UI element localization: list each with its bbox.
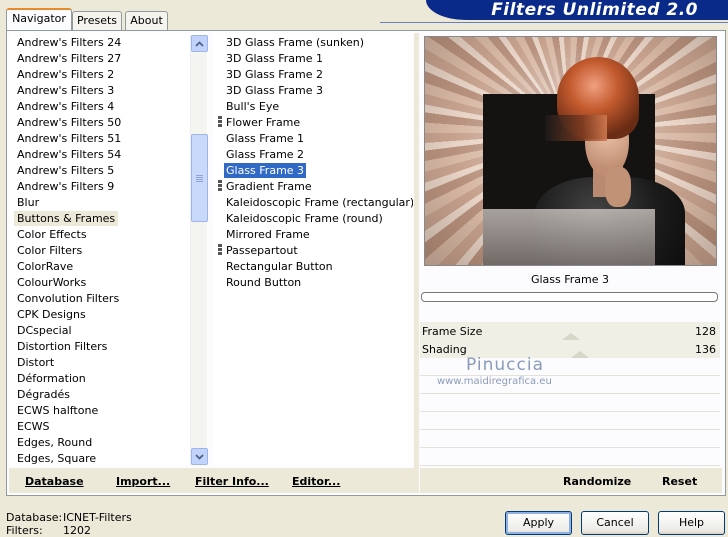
category-item[interactable]: Color Filters <box>17 243 82 258</box>
filter-item[interactable]: 3D Glass Frame (sunken) <box>226 35 364 50</box>
right-toolbar: Randomize Reset <box>420 468 722 493</box>
database-button[interactable]: Database <box>25 475 84 488</box>
preview-filter-name: Glass Frame 3 <box>530 273 610 286</box>
category-item[interactable]: ECWS <box>17 419 50 434</box>
category-item[interactable]: Convolution Filters <box>17 291 119 306</box>
preview-image <box>424 36 717 266</box>
category-item[interactable]: Andrew's Filters 5 <box>17 163 114 178</box>
category-item[interactable]: Déformation <box>17 371 86 386</box>
param-label: Shading <box>422 343 467 356</box>
apply-button[interactable]: Apply <box>505 511 572 535</box>
tab-navigator[interactable]: Navigator <box>6 8 72 30</box>
category-item[interactable]: Andrew's Filters 51 <box>17 131 121 146</box>
filters-count: 1202 <box>63 524 91 537</box>
category-item[interactable]: Andrew's Filters 4 <box>17 99 114 114</box>
category-item[interactable]: Buttons & Frames <box>14 211 119 226</box>
progress-bar <box>421 292 718 302</box>
param-slider-thumb[interactable] <box>561 333 580 340</box>
category-item[interactable]: Color Effects <box>17 227 87 242</box>
scroll-up-button[interactable] <box>191 35 208 52</box>
reset-button[interactable]: Reset <box>662 475 697 488</box>
filters-label: Filters: <box>6 524 43 537</box>
category-item[interactable]: ColourWorks <box>17 275 86 290</box>
category-item[interactable]: Distort <box>17 355 54 370</box>
database-value: ICNET-Filters <box>63 511 132 524</box>
category-item[interactable]: Edges, Square <box>17 451 96 465</box>
category-item[interactable]: Distortion Filters <box>17 339 107 354</box>
param-value: 128 <box>695 325 716 338</box>
param-row-empty <box>420 358 720 376</box>
tab-about[interactable]: About <box>125 11 168 30</box>
param-row-empty <box>420 448 720 466</box>
category-item[interactable]: ECWS halftone <box>17 403 98 418</box>
filter-item[interactable]: Glass Frame 1 <box>226 131 304 146</box>
param-row-empty <box>420 394 720 412</box>
watermark-site: www.maidiregrafica.eu <box>437 376 552 387</box>
category-item[interactable]: Andrew's Filters 50 <box>17 115 121 130</box>
filter-info-button[interactable]: Filter Info... <box>195 475 269 488</box>
category-item[interactable]: CPK Designs <box>17 307 86 322</box>
chevron-up-icon <box>195 40 204 47</box>
param-row[interactable]: Shading 136 <box>420 340 720 358</box>
submenu-marker-icon <box>218 244 222 257</box>
filter-item[interactable]: Mirrored Frame <box>226 227 310 242</box>
filter-item[interactable]: Kaleidoscopic Frame (rectangular) <box>226 195 413 210</box>
filter-item[interactable]: Gradient Frame <box>226 179 312 194</box>
submenu-marker-icon <box>218 180 222 193</box>
category-item[interactable]: ColorRave <box>17 259 73 274</box>
tab-presets[interactable]: Presets <box>72 11 122 30</box>
banner-underline <box>380 22 728 23</box>
filter-item[interactable]: Kaleidoscopic Frame (round) <box>226 211 383 226</box>
category-item[interactable]: Andrew's Filters 2 <box>17 67 114 82</box>
category-item[interactable]: Blur <box>17 195 39 210</box>
parameter-panel: Frame Size 128 Shading 136 <box>420 322 720 466</box>
database-label: Database: <box>6 511 63 524</box>
editor-button[interactable]: Editor... <box>292 475 340 488</box>
param-row-empty <box>420 412 720 430</box>
filter-item[interactable]: Passepartout <box>226 243 298 258</box>
category-scrollbar[interactable] <box>190 35 208 465</box>
category-item[interactable]: Andrew's Filters 27 <box>17 51 121 66</box>
category-item[interactable]: Andrew's Filters 9 <box>17 179 114 194</box>
filter-item[interactable]: Round Button <box>226 275 301 290</box>
cancel-button[interactable]: Cancel <box>581 511 649 535</box>
param-value: 136 <box>695 343 716 356</box>
help-button[interactable]: Help <box>658 511 725 535</box>
status-info: Database:ICNET-Filters Filters: 1202 <box>6 511 132 537</box>
filter-item[interactable]: Flower Frame <box>226 115 300 130</box>
filter-list[interactable]: 3D Glass Frame (sunken) 3D Glass Frame 13… <box>213 33 413 465</box>
filter-item[interactable]: Bull's Eye <box>226 99 279 114</box>
filter-item[interactable]: Glass Frame 2 <box>226 147 304 162</box>
category-item[interactable]: Andrew's Filters 24 <box>17 35 121 50</box>
scroll-down-button[interactable] <box>191 448 208 465</box>
category-list[interactable]: Andrew's Filters 24 Andrew's Filters 27 An… <box>9 33 208 465</box>
filter-item[interactable]: Glass Frame 3 <box>224 163 307 178</box>
randomize-button[interactable]: Randomize <box>563 475 631 488</box>
title-banner: Filters Unlimited 2.0 <box>426 0 728 20</box>
app-title: Filters Unlimited 2.0 <box>491 0 698 20</box>
filter-item[interactable]: 3D Glass Frame 2 <box>226 67 323 82</box>
import-button[interactable]: Import... <box>116 475 170 488</box>
category-item[interactable]: DCspecial <box>17 323 72 338</box>
category-item[interactable]: Dégradés <box>17 387 70 402</box>
category-item[interactable]: Andrew's Filters 3 <box>17 83 114 98</box>
category-item[interactable]: Andrew's Filters 54 <box>17 147 121 162</box>
filter-item[interactable]: 3D Glass Frame 1 <box>226 51 323 66</box>
category-item[interactable]: Edges, Round <box>17 435 92 450</box>
param-slider-thumb[interactable] <box>570 351 589 358</box>
param-row-empty <box>420 430 720 448</box>
submenu-marker-icon <box>218 116 222 129</box>
chevron-down-icon <box>195 453 204 460</box>
filter-item[interactable]: 3D Glass Frame 3 <box>226 83 323 98</box>
scroll-thumb[interactable] <box>191 134 208 222</box>
left-toolbar: Database Import... Filter Info... Editor… <box>9 468 414 493</box>
pane-divider <box>414 33 419 493</box>
param-label: Frame Size <box>422 325 483 338</box>
param-row[interactable]: Frame Size 128 <box>420 322 720 340</box>
watermark-name: Pinuccia <box>466 355 544 375</box>
filter-item[interactable]: Rectangular Button <box>226 259 333 274</box>
